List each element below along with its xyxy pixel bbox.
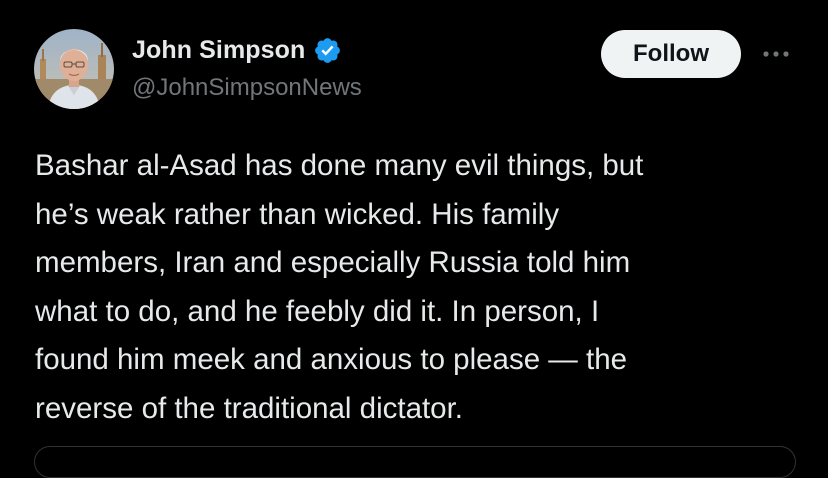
tweet-card: John Simpson @JohnSimpsonNews Follow Bas… bbox=[0, 0, 828, 478]
author-handle[interactable]: @JohnSimpsonNews bbox=[132, 74, 362, 102]
more-dots-icon[interactable] bbox=[758, 40, 794, 68]
avatar-photo bbox=[34, 29, 114, 109]
embedded-card-edge[interactable] bbox=[34, 446, 796, 478]
follow-button[interactable]: Follow bbox=[601, 30, 741, 78]
avatar[interactable] bbox=[34, 29, 114, 109]
author-display-name[interactable]: John Simpson bbox=[132, 36, 305, 65]
tweet-text: Bashar al-Asad has done many evil things… bbox=[35, 149, 644, 425]
verified-badge-icon[interactable] bbox=[313, 36, 342, 65]
author-name-row: John Simpson bbox=[132, 33, 342, 67]
